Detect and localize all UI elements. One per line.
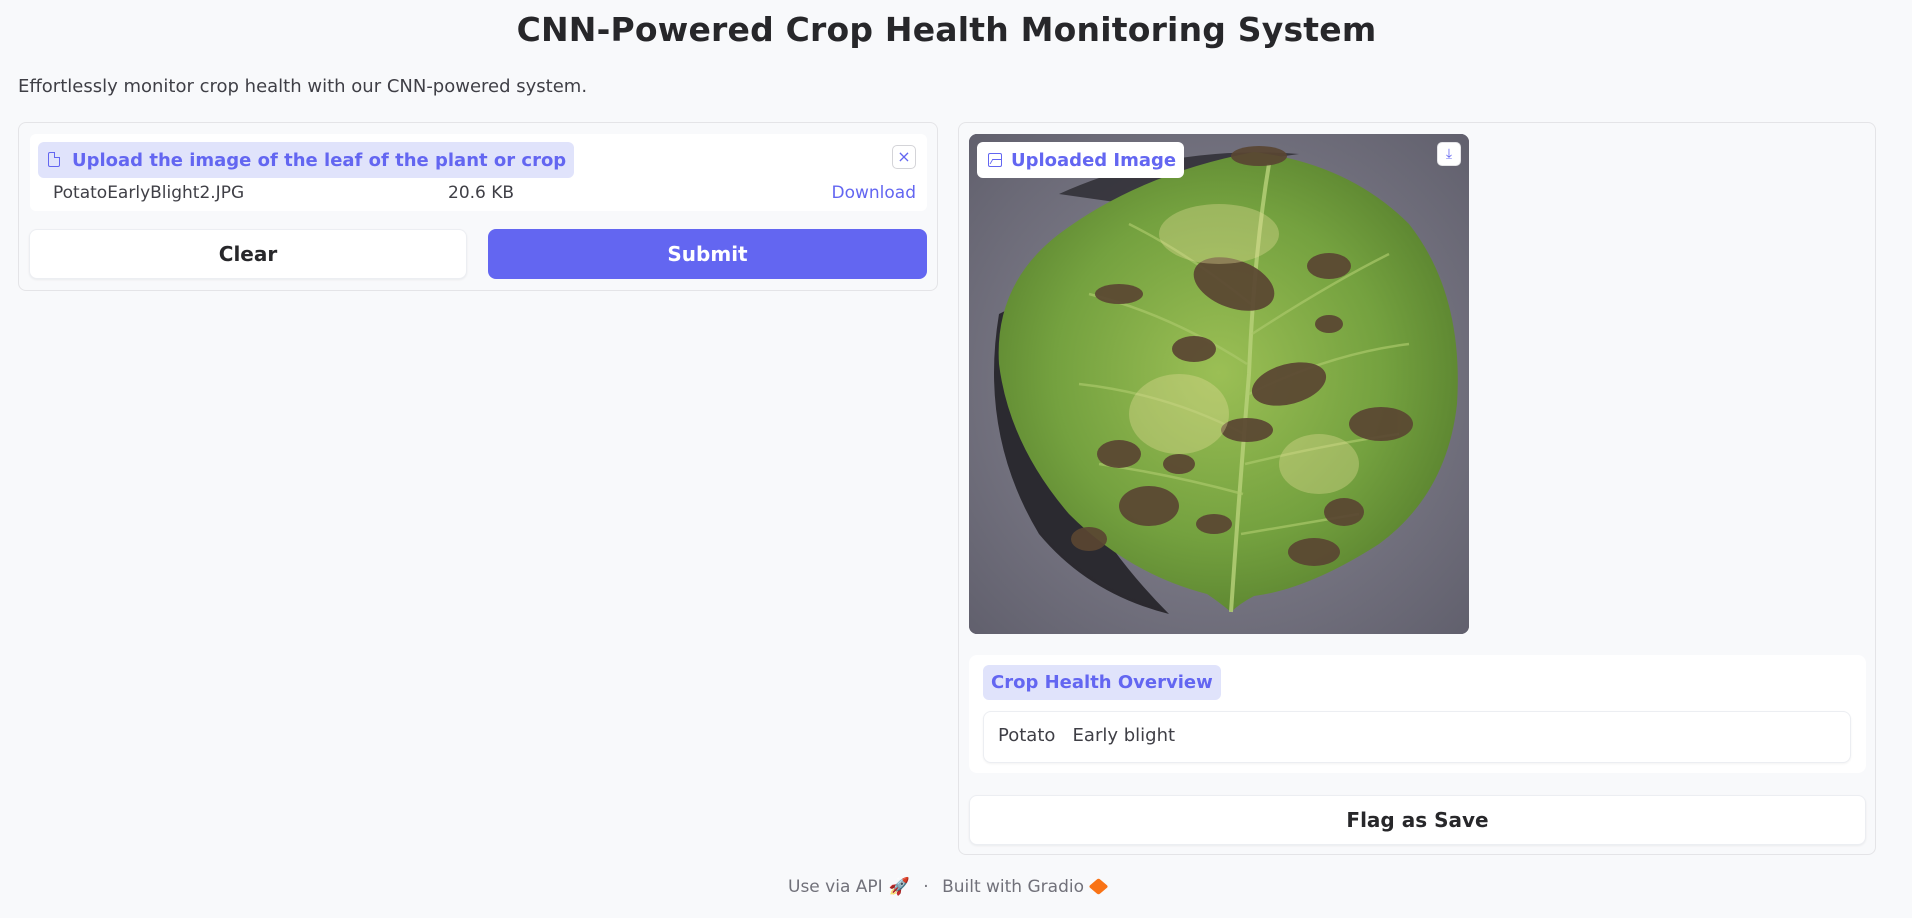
built-with-gradio-link[interactable]: Built with Gradio: [942, 877, 1109, 897]
flag-button[interactable]: Flag as Save: [969, 795, 1866, 845]
clear-button[interactable]: Clear: [29, 229, 467, 279]
gradio-logo-icon: [1088, 878, 1109, 895]
upload-label-text: Upload the image of the leaf of the plan…: [72, 149, 567, 171]
app-page: CNN-Powered Crop Health Monitoring Syste…: [0, 0, 1912, 918]
file-size: 20.6 KB: [448, 183, 515, 203]
output-panel: Uploaded Image ⤓ Crop Health Overview Po…: [958, 122, 1876, 855]
image-icon: [988, 153, 1002, 167]
uploaded-image: Uploaded Image ⤓: [969, 134, 1469, 634]
page-description: Effortlessly monitor crop health with ou…: [18, 76, 588, 97]
rocket-icon: 🚀: [888, 877, 910, 897]
file-download-link[interactable]: Download: [831, 183, 916, 203]
image-label-text: Uploaded Image: [1011, 149, 1177, 171]
footer-separator: ·: [923, 877, 929, 897]
page-title: CNN-Powered Crop Health Monitoring Syste…: [516, 10, 1377, 49]
overview-output: Potato Early blight: [983, 711, 1851, 763]
overview-value: Potato Early blight: [998, 725, 1176, 746]
use-api-link[interactable]: Use via API 🚀: [788, 877, 910, 897]
built-with-text: Built with Gradio: [942, 877, 1084, 897]
file-name: PotatoEarlyBlight2.JPG: [53, 183, 245, 203]
upload-label: Upload the image of the leaf of the plan…: [38, 142, 575, 178]
footer: Use via API 🚀 · Built with Gradio: [0, 877, 1893, 897]
submit-button[interactable]: Submit: [488, 229, 927, 279]
file-icon: [48, 152, 60, 167]
close-icon: ×: [897, 147, 911, 166]
use-api-text: Use via API: [788, 877, 883, 897]
clear-file-button[interactable]: ×: [892, 145, 916, 169]
file-upload[interactable]: Upload the image of the leaf of the plan…: [30, 134, 927, 211]
leaf-image: [969, 134, 1469, 634]
crop-health-overview: Crop Health Overview Potato Early blight: [969, 655, 1866, 773]
input-panel: Upload the image of the leaf of the plan…: [18, 122, 938, 291]
image-label: Uploaded Image: [977, 142, 1185, 178]
overview-label: Crop Health Overview: [983, 665, 1221, 700]
download-image-button[interactable]: ⤓: [1437, 142, 1461, 166]
download-icon: ⤓: [1445, 146, 1453, 162]
